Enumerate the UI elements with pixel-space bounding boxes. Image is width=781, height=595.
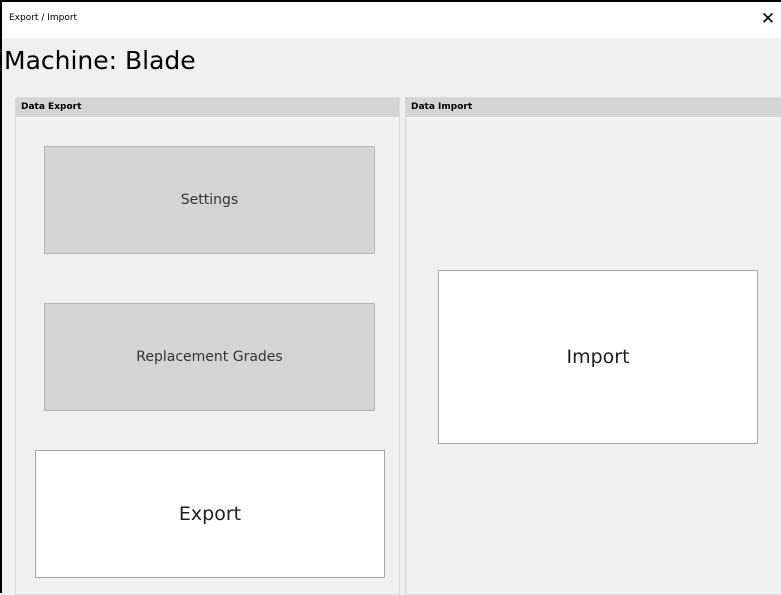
close-icon[interactable]: ✕ <box>757 6 779 32</box>
export-import-window: Export / Import ✕ Machine: Blade Data Ex… <box>0 0 781 595</box>
export-button[interactable]: Export <box>35 450 385 578</box>
data-export-header: Data Export <box>16 98 399 117</box>
data-export-panel: Data Export Settings Replacement Grades … <box>15 97 400 595</box>
import-button[interactable]: Import <box>438 270 758 444</box>
settings-button[interactable]: Settings <box>44 146 375 254</box>
data-import-panel: Data Import Import <box>405 97 781 595</box>
machine-title: Machine: Blade <box>4 46 196 75</box>
window-title: Export / Import <box>9 13 78 23</box>
replacement-grades-button[interactable]: Replacement Grades <box>44 303 375 411</box>
title-bar: Export / Import ✕ <box>2 2 781 38</box>
data-import-header: Data Import <box>406 98 781 117</box>
